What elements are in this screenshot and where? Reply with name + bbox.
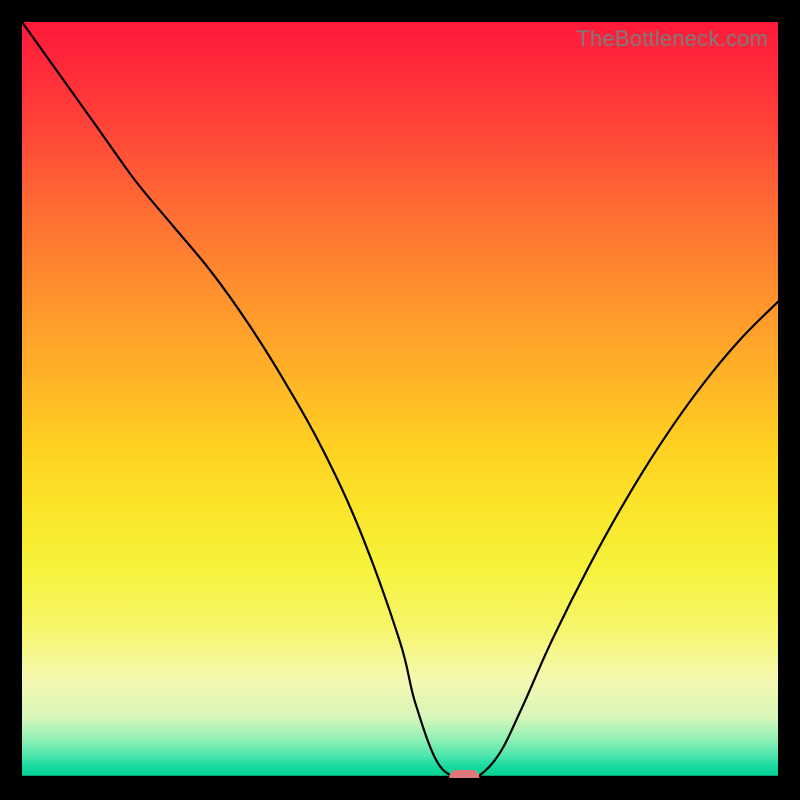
chart-svg <box>22 22 778 778</box>
chart-frame: TheBottleneck.com <box>0 0 800 800</box>
bottleneck-curve <box>22 22 778 778</box>
sweet-spot-marker <box>449 770 479 778</box>
chart-plot-area: TheBottleneck.com <box>22 22 778 778</box>
